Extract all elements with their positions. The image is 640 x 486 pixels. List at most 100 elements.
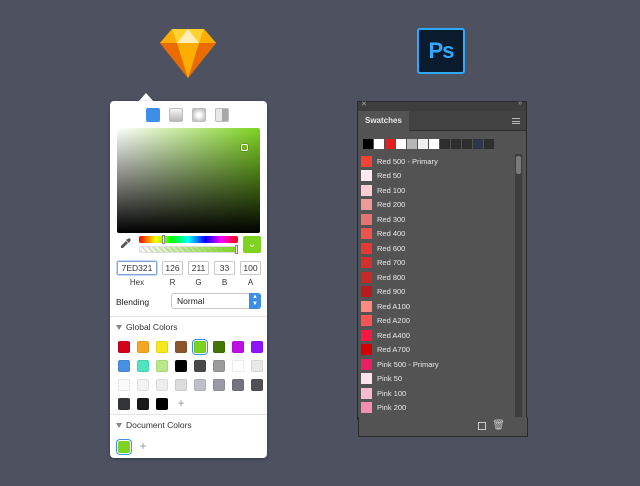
tab-swatches[interactable]: Swatches xyxy=(358,111,409,131)
global-color-swatch[interactable] xyxy=(156,398,168,410)
add-global-color-button[interactable]: + xyxy=(175,397,187,410)
alpha-slider[interactable] xyxy=(139,245,238,254)
global-color-swatch[interactable] xyxy=(232,379,244,391)
new-swatch-icon[interactable] xyxy=(478,422,486,430)
saturation-brightness-field[interactable] xyxy=(117,128,260,233)
swatch-name: Red 50 xyxy=(377,171,402,181)
recent-swatch[interactable] xyxy=(396,139,406,149)
recent-swatch[interactable] xyxy=(385,139,395,149)
global-color-swatch[interactable] xyxy=(213,360,225,372)
global-color-swatch[interactable] xyxy=(175,360,187,372)
blending-mode-value: Normal xyxy=(177,296,205,306)
recent-swatch[interactable] xyxy=(429,139,439,149)
trash-icon[interactable]: 🗑 xyxy=(492,420,505,431)
hue-slider-handle[interactable] xyxy=(162,235,166,244)
global-color-swatch[interactable] xyxy=(118,360,130,372)
global-color-swatch[interactable] xyxy=(118,341,130,353)
swatch-name: Red 300 xyxy=(377,214,406,224)
global-color-swatch[interactable] xyxy=(194,341,206,353)
blending-mode-select[interactable]: Normal ▲ ▼ xyxy=(171,293,261,309)
fill-type-selector xyxy=(146,108,229,122)
swatch-row[interactable]: Red 900 xyxy=(360,285,512,300)
global-color-swatch[interactable] xyxy=(232,341,244,353)
swatch-row[interactable]: Red 500 - Primary xyxy=(360,154,512,169)
global-color-swatch[interactable] xyxy=(156,360,168,372)
global-color-swatch[interactable] xyxy=(137,360,149,372)
close-icon[interactable]: ✕ xyxy=(361,100,367,108)
recent-swatch[interactable] xyxy=(473,139,483,149)
hue-slider[interactable] xyxy=(139,235,238,244)
alpha-label: A xyxy=(247,278,254,287)
scrollbar-thumb[interactable] xyxy=(516,156,521,174)
swatch-row[interactable]: Pink 200 xyxy=(360,401,512,416)
saturation-brightness-handle[interactable] xyxy=(241,144,248,151)
global-color-swatch[interactable] xyxy=(156,341,168,353)
global-color-swatch[interactable] xyxy=(251,360,263,372)
blue-input[interactable]: 33 xyxy=(214,261,235,275)
add-document-color-button[interactable]: + xyxy=(137,440,149,453)
swatch-row[interactable]: Red 400 xyxy=(360,227,512,242)
panel-title-strip[interactable]: ✕ » xyxy=(358,100,526,111)
fill-type-solid-button[interactable] xyxy=(146,108,160,122)
global-color-swatch[interactable] xyxy=(118,398,130,410)
document-colors-header[interactable]: Document Colors xyxy=(116,420,192,430)
global-color-swatch[interactable] xyxy=(137,398,149,410)
swatch-name: Red A100 xyxy=(377,301,410,311)
swatch-row[interactable]: Red 300 xyxy=(360,212,512,227)
swatch-row[interactable]: Pink 500 - Primary xyxy=(360,357,512,372)
recent-swatch[interactable] xyxy=(418,139,428,149)
swatch-list-scrollbar[interactable] xyxy=(515,154,522,417)
swatch-chip xyxy=(361,329,372,341)
global-color-swatch[interactable] xyxy=(251,379,263,391)
recent-swatch[interactable] xyxy=(374,139,384,149)
fill-type-linear-gradient-button[interactable] xyxy=(169,108,183,122)
global-color-swatch[interactable] xyxy=(137,341,149,353)
swatch-row[interactable]: Red 50 xyxy=(360,169,512,184)
collapse-icon[interactable]: » xyxy=(518,100,522,107)
swatch-chip xyxy=(361,199,372,211)
eyedropper-icon[interactable] xyxy=(119,237,133,251)
fill-type-pattern-button[interactable] xyxy=(215,108,229,122)
recent-swatch[interactable] xyxy=(484,139,494,149)
recent-swatch[interactable] xyxy=(440,139,450,149)
swatch-row[interactable]: Pink 100 xyxy=(360,386,512,401)
color-palette-icon[interactable]: ⌄ xyxy=(243,236,261,253)
hex-input[interactable]: 7ED321 xyxy=(117,261,157,275)
recent-swatch[interactable] xyxy=(451,139,461,149)
swatch-row[interactable]: Red A200 xyxy=(360,314,512,329)
swatch-row[interactable]: Red 800 xyxy=(360,270,512,285)
alpha-slider-handle[interactable] xyxy=(235,245,238,254)
recent-swatch[interactable] xyxy=(407,139,417,149)
fill-type-radial-gradient-button[interactable] xyxy=(192,108,206,122)
green-input[interactable]: 211 xyxy=(188,261,209,275)
swatch-row[interactable]: Red A100 xyxy=(360,299,512,314)
swatch-row[interactable]: Red A700 xyxy=(360,343,512,358)
global-color-swatch[interactable] xyxy=(213,379,225,391)
global-colors-header[interactable]: Global Colors xyxy=(116,322,178,332)
swatch-row[interactable]: Red 200 xyxy=(360,198,512,213)
global-color-swatch[interactable] xyxy=(194,379,206,391)
swatch-name: Red A400 xyxy=(377,330,410,340)
swatch-row[interactable]: Red 600 xyxy=(360,241,512,256)
global-color-swatch[interactable] xyxy=(194,360,206,372)
swatch-row[interactable]: Red A400 xyxy=(360,328,512,343)
document-color-swatch[interactable] xyxy=(118,441,130,453)
red-input[interactable]: 126 xyxy=(162,261,183,275)
global-color-swatch[interactable] xyxy=(251,341,263,353)
swatch-list: Red 500 - Primary Red 50 Red 100 Red 200 Red… xyxy=(360,154,512,417)
recent-swatch[interactable] xyxy=(462,139,472,149)
global-color-swatch[interactable] xyxy=(118,379,130,391)
recent-swatch[interactable] xyxy=(363,139,373,149)
global-color-swatch[interactable] xyxy=(213,341,225,353)
swatch-chip xyxy=(361,155,372,167)
swatch-row[interactable]: Red 100 xyxy=(360,183,512,198)
global-color-swatch[interactable] xyxy=(175,379,187,391)
global-color-swatch[interactable] xyxy=(175,341,187,353)
global-color-swatch[interactable] xyxy=(156,379,168,391)
global-color-swatch[interactable] xyxy=(232,360,244,372)
panel-menu-icon[interactable] xyxy=(512,118,520,124)
swatch-row[interactable]: Pink 50 xyxy=(360,372,512,387)
swatch-row[interactable]: Red 700 xyxy=(360,256,512,271)
global-color-swatch[interactable] xyxy=(137,379,149,391)
alpha-input[interactable]: 100 xyxy=(240,261,261,275)
